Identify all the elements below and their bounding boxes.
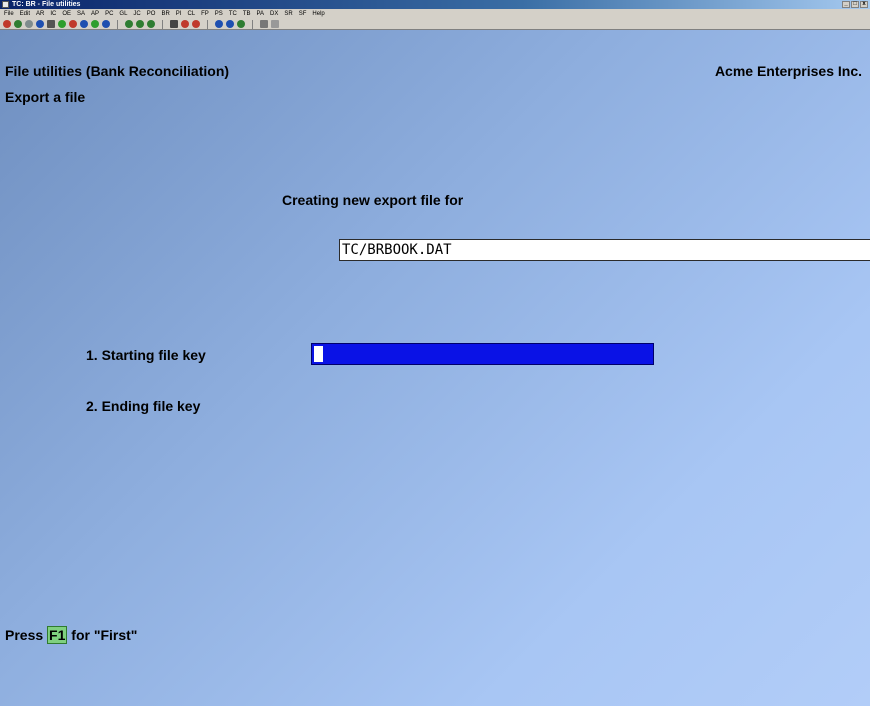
- menu-br[interactable]: BR: [161, 9, 169, 19]
- starting-file-key-input[interactable]: [311, 343, 654, 365]
- menu-help[interactable]: Help: [312, 9, 324, 19]
- menu-sr[interactable]: SR: [284, 9, 292, 19]
- title-bar: TC: BR - File utilities _ □ x: [0, 0, 870, 9]
- f1-key-badge[interactable]: F1: [47, 626, 68, 644]
- menu-ic[interactable]: IC: [50, 9, 56, 19]
- hint-prefix: Press: [5, 627, 44, 643]
- minimize-button[interactable]: _: [842, 1, 850, 8]
- hint-suffix: for "First": [71, 627, 138, 643]
- menu-pi[interactable]: PI: [176, 9, 182, 19]
- export-file-path-field: TC/BRBOOK.DAT: [339, 239, 870, 261]
- refresh-icon[interactable]: [192, 20, 200, 28]
- menu-edit[interactable]: Edit: [20, 9, 30, 19]
- toolbar-separator: [252, 19, 253, 29]
- toolbar-separator: [207, 19, 208, 29]
- menu-fp[interactable]: FP: [201, 9, 209, 19]
- menu-sa[interactable]: SA: [77, 9, 85, 19]
- menu-sf[interactable]: SF: [299, 9, 307, 19]
- binoculars-icon[interactable]: [170, 20, 178, 28]
- menu-file[interactable]: File: [4, 9, 14, 19]
- down-arrow-icon[interactable]: [102, 20, 110, 28]
- menu-po[interactable]: PO: [147, 9, 156, 19]
- creating-label: Creating new export file for: [282, 192, 464, 208]
- function-key-hint: Press F1 for "First": [5, 626, 137, 644]
- exit-icon[interactable]: [3, 20, 11, 28]
- circle-icon-2[interactable]: [136, 20, 144, 28]
- page-subtitle: Export a file: [5, 89, 86, 105]
- up-arrow-icon[interactable]: [91, 20, 99, 28]
- record-icon[interactable]: [237, 20, 245, 28]
- menu-pa[interactable]: PA: [256, 9, 264, 19]
- circle-icon-3[interactable]: [147, 20, 155, 28]
- menu-dx[interactable]: DX: [270, 9, 278, 19]
- maximize-button[interactable]: □: [851, 1, 859, 8]
- menu-ap[interactable]: AP: [91, 9, 99, 19]
- copy-icon[interactable]: [271, 20, 279, 28]
- back-icon[interactable]: [215, 20, 223, 28]
- close-button[interactable]: x: [860, 1, 868, 8]
- menu-pc[interactable]: PC: [105, 9, 113, 19]
- save-icon[interactable]: [260, 20, 268, 28]
- check-icon[interactable]: [58, 20, 66, 28]
- undo-icon[interactable]: [80, 20, 88, 28]
- menu-tb[interactable]: TB: [243, 9, 251, 19]
- menu-jc[interactable]: JC: [133, 9, 140, 19]
- menu-tc[interactable]: TC: [229, 9, 237, 19]
- company-name: Acme Enterprises Inc.: [714, 63, 862, 79]
- toolbar-separator: [162, 19, 163, 29]
- menu-cl[interactable]: CL: [187, 9, 195, 19]
- print-icon[interactable]: [47, 20, 55, 28]
- menu-oe[interactable]: OE: [62, 9, 71, 19]
- forward-icon[interactable]: [226, 20, 234, 28]
- starting-file-key-label: 1. Starting file key: [86, 347, 206, 363]
- main-screen: File utilities (Bank Reconciliation) Acm…: [0, 30, 870, 706]
- circle-icon-1[interactable]: [125, 20, 133, 28]
- window-title: TC: BR - File utilities: [12, 1, 81, 8]
- stop-icon[interactable]: [14, 20, 22, 28]
- page-title: File utilities (Bank Reconciliation): [5, 63, 230, 79]
- help-icon[interactable]: [36, 20, 44, 28]
- text-cursor: [314, 346, 323, 362]
- menu-gl[interactable]: GL: [119, 9, 127, 19]
- ending-file-key-label: 2. Ending file key: [86, 398, 201, 414]
- settings-icon[interactable]: [25, 20, 33, 28]
- menu-bar: File Edit AR IC OE SA AP PC GL JC PO BR …: [0, 9, 870, 19]
- cancel-icon[interactable]: [69, 20, 77, 28]
- app-icon: [2, 1, 9, 8]
- search-icon[interactable]: [181, 20, 189, 28]
- window-controls: _ □ x: [842, 1, 868, 8]
- toolbar: [0, 19, 870, 30]
- toolbar-separator: [117, 19, 118, 29]
- menu-ps[interactable]: PS: [215, 9, 223, 19]
- menu-ar[interactable]: AR: [36, 9, 44, 19]
